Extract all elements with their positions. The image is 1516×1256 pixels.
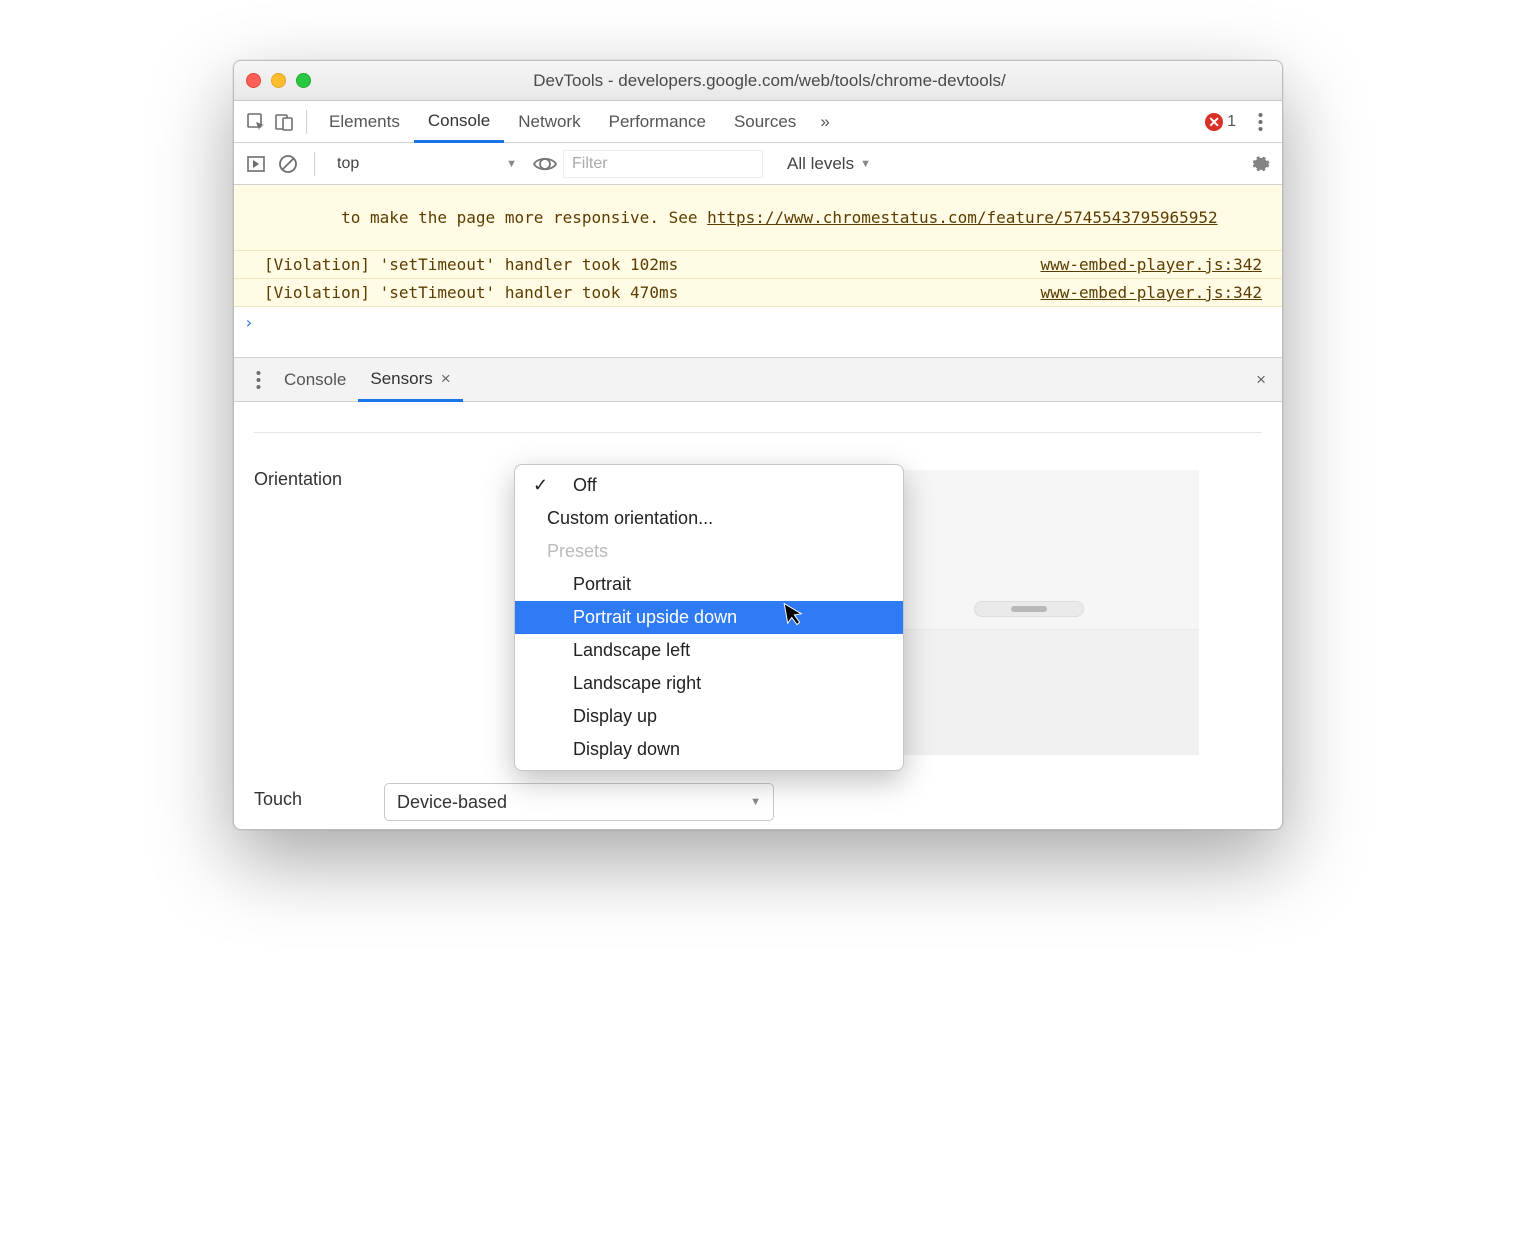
log-levels-selector[interactable]: All levels ▼ <box>787 154 871 174</box>
minimize-window-button[interactable] <box>271 73 286 88</box>
error-count: 1 <box>1227 113 1236 131</box>
zoom-window-button[interactable] <box>296 73 311 88</box>
main-tabs-row: Elements Console Network Performance Sou… <box>234 101 1282 143</box>
device-orientation-preview[interactable] <box>859 470 1199 755</box>
drawer-more-icon[interactable] <box>244 366 272 394</box>
close-tab-icon[interactable]: × <box>441 369 451 389</box>
console-message: [Violation] 'setTimeout' handler took 10… <box>234 251 1282 279</box>
caret-down-icon: ▼ <box>860 158 871 170</box>
context-selector[interactable]: top ▼ <box>327 150 527 178</box>
console-settings-icon[interactable] <box>1246 150 1274 178</box>
touch-select[interactable]: Device-based ▼ <box>384 783 774 821</box>
touch-label: Touch <box>254 783 384 810</box>
message-link[interactable]: https://www.chromestatus.com/feature/574… <box>707 208 1218 227</box>
tab-network[interactable]: Network <box>504 101 594 142</box>
caret-down-icon: ▼ <box>750 796 761 808</box>
orientation-dropdown: Off Custom orientation... Presets Portra… <box>514 464 904 771</box>
dropdown-option-display-down[interactable]: Display down <box>515 733 903 766</box>
drawer: Console Sensors × × Orientation <box>234 357 1282 829</box>
tab-performance[interactable]: Performance <box>595 101 720 142</box>
console-prompt[interactable]: › <box>234 307 1282 357</box>
dropdown-option-landscape-left[interactable]: Landscape left <box>515 634 903 667</box>
dropdown-option-custom[interactable]: Custom orientation... <box>515 502 903 535</box>
dropdown-option-landscape-right[interactable]: Landscape right <box>515 667 903 700</box>
dropdown-section-header: Presets <box>515 535 903 568</box>
tabs-overflow-button[interactable]: » <box>810 101 839 142</box>
sensors-panel: Orientation Off Custom orientation... Pr… <box>234 402 1282 829</box>
drawer-tabs: Console Sensors × × <box>234 358 1282 402</box>
titlebar: DevTools - developers.google.com/web/too… <box>234 61 1282 101</box>
error-count-badge[interactable]: ✕ 1 <box>1205 113 1236 131</box>
device-toggle-icon[interactable] <box>270 108 298 136</box>
tab-console[interactable]: Console <box>414 102 504 143</box>
dropdown-option-off[interactable]: Off <box>515 469 903 502</box>
devtools-window: DevTools - developers.google.com/web/too… <box>233 60 1283 830</box>
drawer-tab-sensors[interactable]: Sensors × <box>358 359 462 402</box>
tab-elements[interactable]: Elements <box>315 101 414 142</box>
more-options-icon[interactable] <box>1246 108 1274 136</box>
dropdown-option-display-up[interactable]: Display up <box>515 700 903 733</box>
close-window-button[interactable] <box>246 73 261 88</box>
message-source-link[interactable]: www-embed-player.js:342 <box>1040 255 1262 274</box>
clear-console-icon[interactable] <box>274 150 302 178</box>
live-expression-icon[interactable] <box>531 150 559 178</box>
cursor-icon <box>782 598 806 627</box>
message-source-link[interactable]: www-embed-player.js:342 <box>1040 283 1262 302</box>
filter-input[interactable] <box>563 150 763 178</box>
caret-down-icon: ▼ <box>506 158 517 170</box>
console-message: [Violation] 'setTimeout' handler took 47… <box>234 279 1282 307</box>
inspect-element-icon[interactable] <box>242 108 270 136</box>
dropdown-option-portrait[interactable]: Portrait <box>515 568 903 601</box>
window-title: DevTools - developers.google.com/web/too… <box>329 71 1210 91</box>
divider <box>306 110 307 134</box>
divider <box>314 152 315 176</box>
orientation-label: Orientation <box>254 463 384 490</box>
console-log-area: to make the page more responsive. See ht… <box>234 185 1282 357</box>
close-drawer-icon[interactable]: × <box>1250 364 1272 396</box>
dropdown-option-portrait-upside-down[interactable]: Portrait upside down <box>515 601 903 634</box>
touch-row: Touch Device-based ▼ <box>254 783 774 821</box>
traffic-lights <box>246 73 311 88</box>
divider <box>254 432 1262 433</box>
console-toolbar: top ▼ All levels ▼ <box>234 143 1282 185</box>
drawer-tab-console[interactable]: Console <box>272 358 358 401</box>
context-value: top <box>337 155 359 173</box>
toggle-sidebar-icon[interactable] <box>242 150 270 178</box>
device-speaker-icon <box>974 601 1084 617</box>
error-icon: ✕ <box>1205 113 1223 131</box>
console-message: to make the page more responsive. See ht… <box>234 185 1282 251</box>
tab-sources[interactable]: Sources <box>720 101 810 142</box>
